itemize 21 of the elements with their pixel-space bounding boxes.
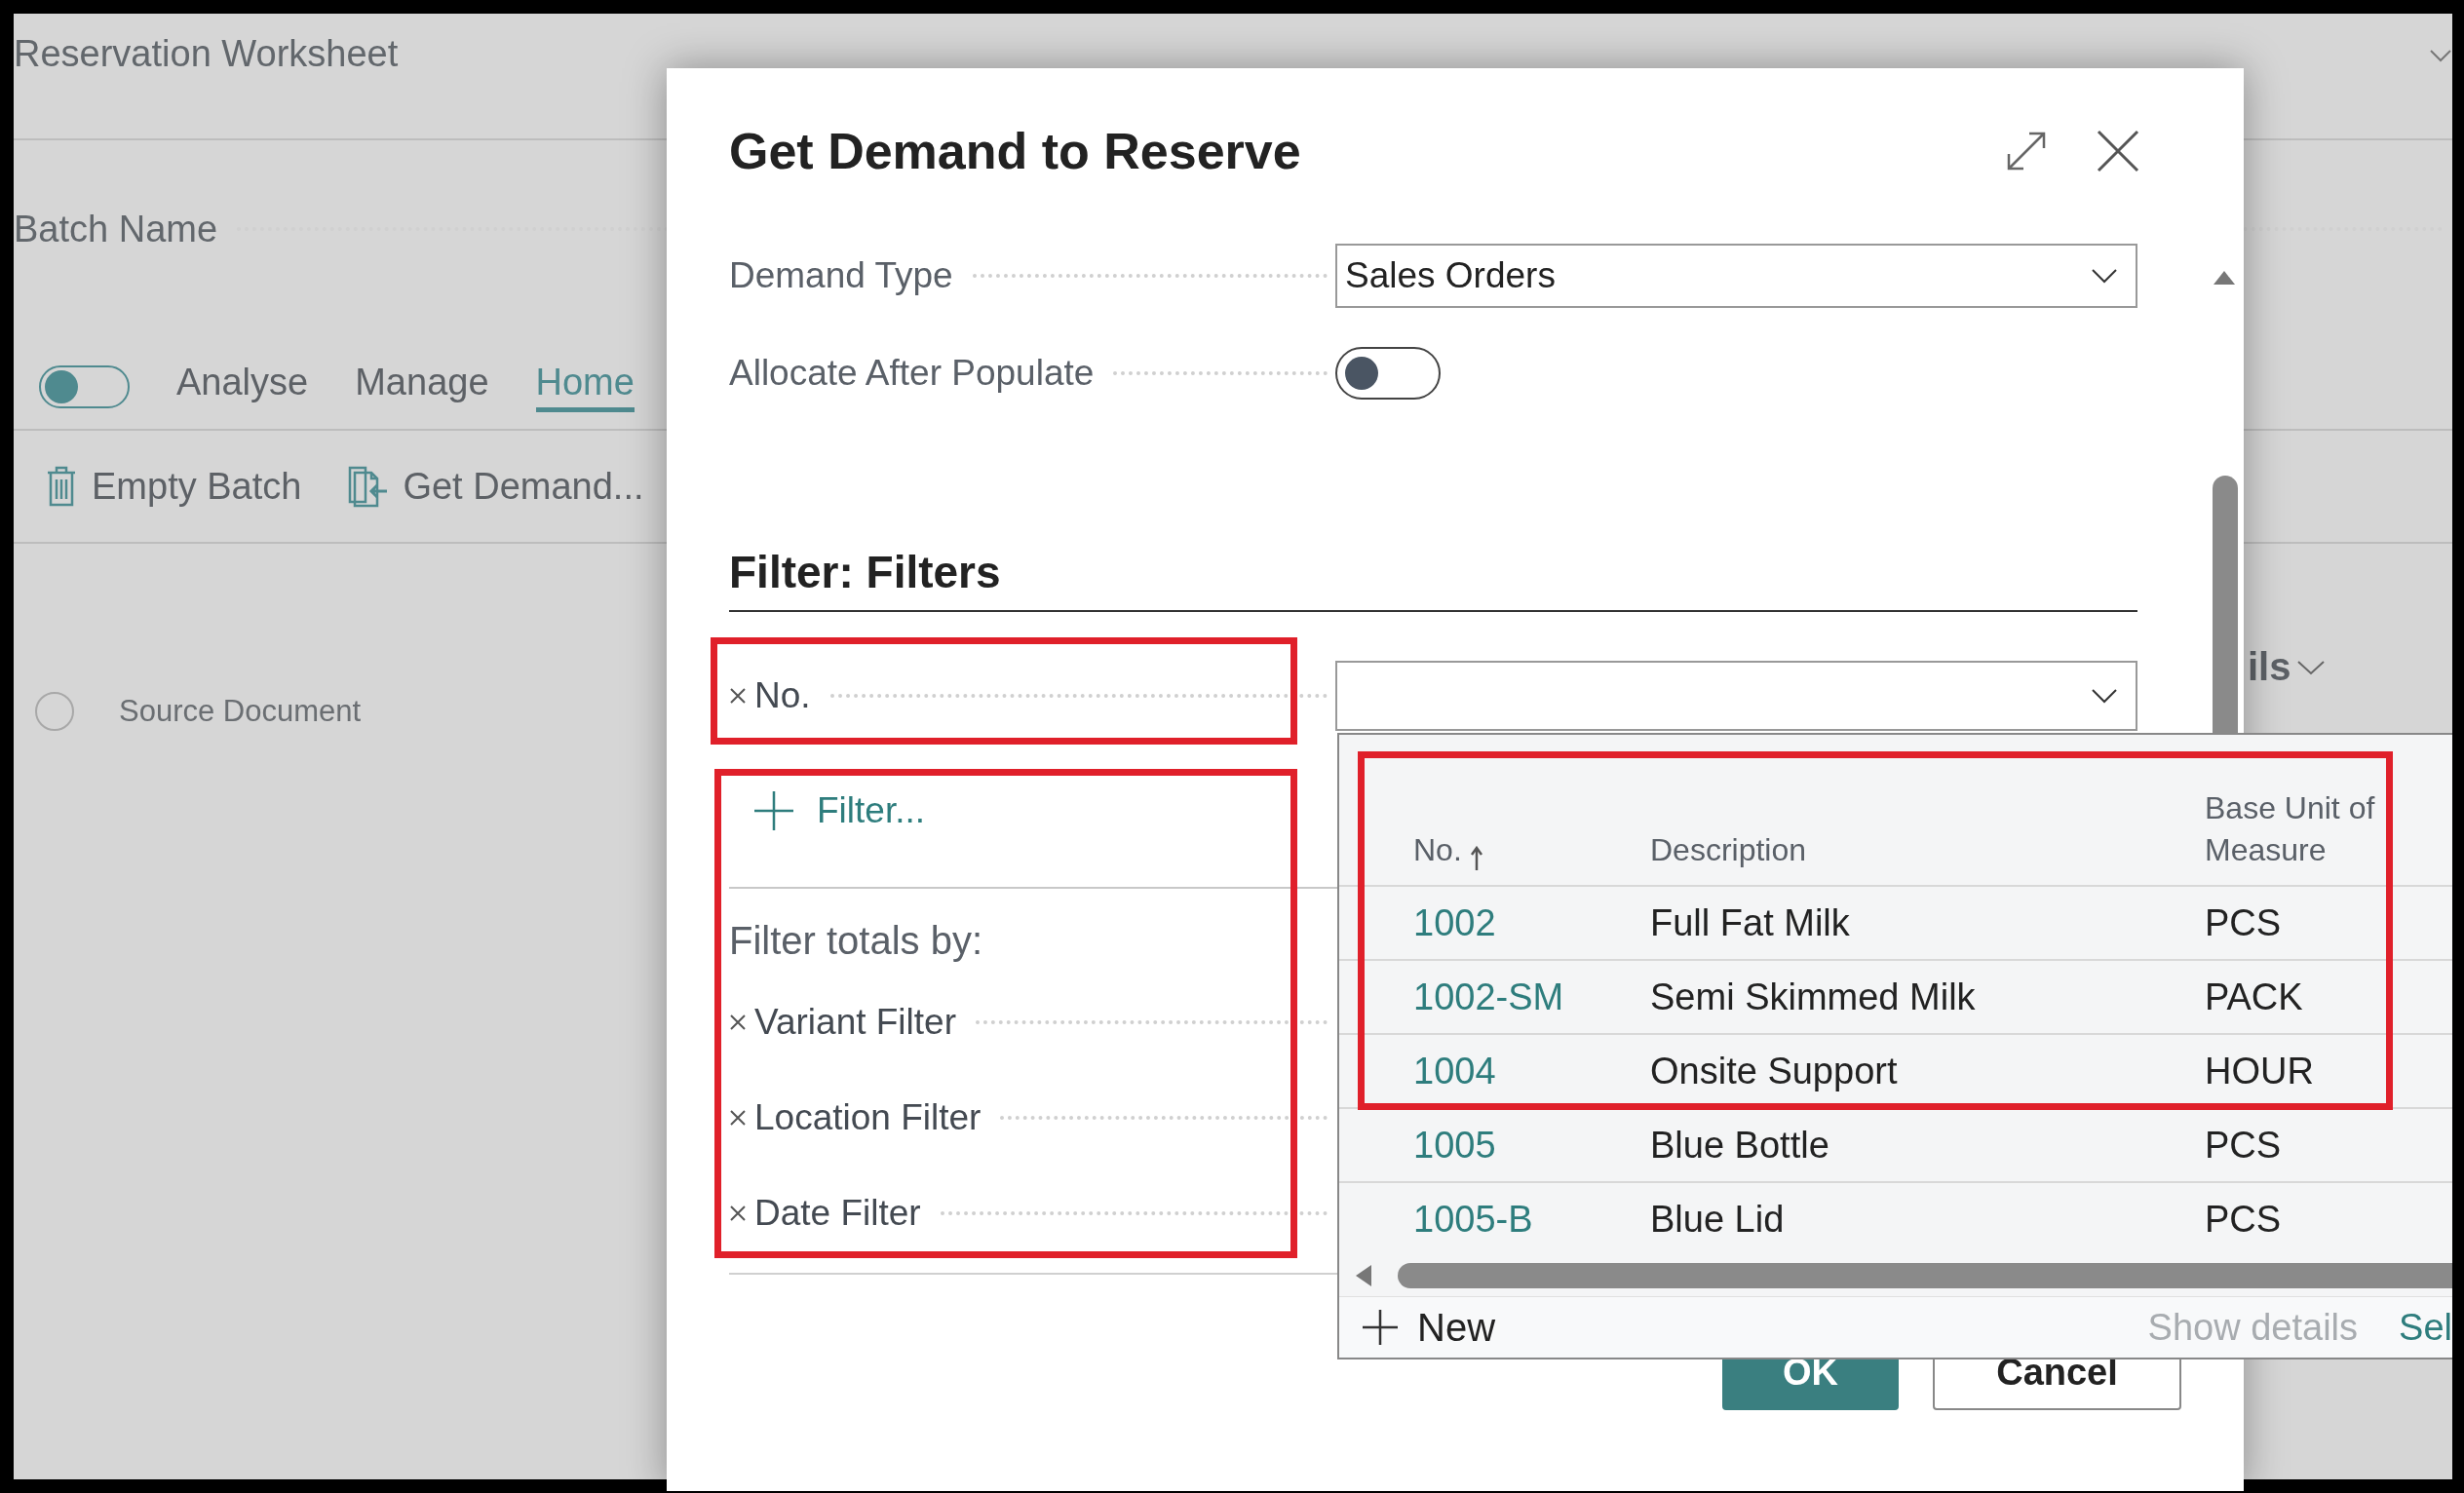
- field-label: Demand Type: [729, 255, 953, 296]
- filter-label: Location Filter: [754, 1097, 982, 1138]
- table-cell-text: HOUR: [2205, 1050, 2315, 1092]
- filter-label: Date Filter: [754, 1193, 921, 1234]
- table-cell-text: Semi Skimmed Milk: [1650, 976, 1977, 1018]
- table-cell-text: Full Fat Milk: [1650, 901, 1851, 944]
- filter-label: No.: [754, 675, 811, 716]
- table-cell-text: PCS: [2205, 1198, 2283, 1241]
- table-cell-text: PCS: [2205, 901, 2283, 944]
- table-cell-text: Blue Bottle: [1650, 1124, 1830, 1167]
- field-label: Allocate After Populate: [729, 353, 1095, 394]
- dialog-title: Get Demand to Reserve: [729, 122, 1301, 180]
- table-cell-text: PCS: [2205, 1124, 2283, 1167]
- field-label: Batch Name: [14, 208, 218, 250]
- table-cell-text: PACK: [2205, 976, 2304, 1018]
- section-heading: Filter totals by:: [729, 918, 983, 964]
- page-title: Reservation Worksheet: [14, 33, 399, 74]
- table-cell-text: Onsite Support: [1650, 1050, 1899, 1092]
- table-cell-text: Blue Lid: [1650, 1198, 1786, 1241]
- section-heading: Filter: Filters: [729, 546, 2137, 612]
- filter-label: Variant Filter: [754, 1002, 956, 1043]
